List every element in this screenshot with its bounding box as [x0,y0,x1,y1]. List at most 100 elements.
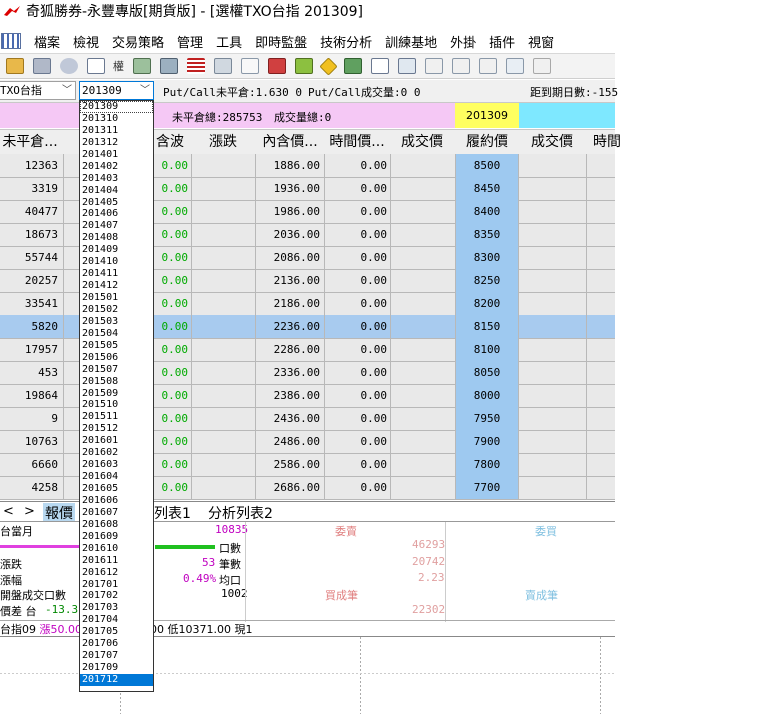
menu-addins[interactable]: 插件 [489,32,515,51]
move-icon[interactable] [60,58,78,74]
dropdown-option[interactable]: 201612 [80,567,153,579]
dropdown-option[interactable]: 201310 [80,113,153,125]
dropdown-option[interactable]: 201407 [80,220,153,232]
dropdown-option[interactable]: 201505 [80,340,153,352]
window-icon[interactable] [87,58,105,74]
tab-prev-icon[interactable]: < [3,504,14,519]
dropdown-option[interactable]: 201506 [80,352,153,364]
open-folder-icon[interactable] [6,58,24,74]
dropdown-option[interactable]: 201709 [80,662,153,674]
cell-open-interest: 9 [51,412,58,425]
dropdown-option[interactable]: 201703 [80,602,153,614]
doc-icon[interactable] [241,58,259,74]
window2-icon[interactable] [425,58,443,74]
dropdown-option[interactable]: 201604 [80,471,153,483]
dropdown-option[interactable]: 201607 [80,507,153,519]
dropdown-option[interactable]: 201410 [80,256,153,268]
dropdown-option[interactable]: 201707 [80,650,153,662]
dropdown-option[interactable]: 201312 [80,137,153,149]
dropdown-option[interactable]: 201611 [80,555,153,567]
warning-icon[interactable] [319,56,338,76]
wave-icon[interactable] [371,58,389,74]
month-select[interactable]: 201309 ﹀ [79,81,154,100]
dropdown-option[interactable]: 201705 [80,626,153,638]
dropdown-option[interactable]: 201608 [80,519,153,531]
dropdown-option[interactable]: 201601 [80,435,153,447]
dropdown-option[interactable]: 201504 [80,328,153,340]
dropdown-option[interactable]: 201702 [80,590,153,602]
dropdown-option[interactable]: 201507 [80,364,153,376]
dropdown-option[interactable]: 201605 [80,483,153,495]
dropdown-option[interactable]: 201509 [80,388,153,400]
dropdown-option[interactable]: 201311 [80,125,153,137]
col-put-last[interactable]: 成交價 [521,130,583,154]
col-iv[interactable]: 含波 [150,130,190,154]
col-last-price[interactable]: 成交價 [391,130,453,154]
menu-tools[interactable]: 工具 [216,32,242,51]
dropdown-option[interactable]: 201701 [80,579,153,591]
list-icon[interactable] [33,58,51,74]
settings-icon[interactable] [506,58,524,74]
dropdown-option[interactable]: 201409 [80,244,153,256]
dropdown-option[interactable]: 201503 [80,316,153,328]
dropdown-option[interactable]: 201712 [80,674,153,686]
quote-button[interactable]: 權 [113,58,124,74]
dropdown-option[interactable]: 201309 [80,101,153,113]
month-dropdown-list[interactable]: 201309 201310 201311 201312 201401 201402 2014… [79,100,154,692]
menu-plugin-external[interactable]: 外掛 [450,32,476,51]
dropdown-option[interactable]: 201501 [80,292,153,304]
export-icon[interactable] [344,58,362,74]
col-open-interest[interactable]: 未平倉... [0,130,62,154]
dropdown-option[interactable]: 201502 [80,304,153,316]
window4-icon[interactable] [479,58,497,74]
dropdown-option[interactable]: 201401 [80,149,153,161]
dropdown-option[interactable]: 201404 [80,185,153,197]
dropdown-option[interactable]: 201403 [80,173,153,185]
dropdown-option[interactable]: 201508 [80,376,153,388]
dropdown-option[interactable]: 201511 [80,411,153,423]
chart-icon[interactable] [133,58,151,74]
col-time-value[interactable]: 時間價... [325,130,389,154]
tab-quote[interactable]: 報價 [43,503,75,523]
dropdown-option[interactable]: 201610 [80,543,153,555]
col-change[interactable]: 漲跌 [192,130,254,154]
menu-window[interactable]: 視窗 [528,32,554,51]
dropdown-option[interactable]: 201411 [80,268,153,280]
dropdown-option[interactable]: 201406 [80,208,153,220]
dropdown-option[interactable]: 201510 [80,399,153,411]
menu-file[interactable]: 檔案 [34,32,60,51]
tab-list1[interactable]: 列表1 [154,503,191,523]
dropdown-option[interactable]: 201602 [80,447,153,459]
chart2-icon[interactable] [160,58,178,74]
tab-next-icon[interactable]: > [24,504,35,519]
dropdown-option[interactable]: 201606 [80,495,153,507]
system-menu-icon[interactable] [1,33,21,49]
dropdown-option[interactable]: 201402 [80,161,153,173]
col-intrinsic[interactable]: 內含價... [257,130,323,154]
dropdown-option[interactable]: 201512 [80,423,153,435]
menu-view[interactable]: 檢視 [73,32,99,51]
alert-chart-icon[interactable] [268,58,286,74]
menu-manage[interactable]: 管理 [177,32,203,51]
dropdown-option[interactable]: 201704 [80,614,153,626]
dropdown-option[interactable]: 201706 [80,638,153,650]
menu-monitor[interactable]: 即時監盤 [255,32,307,51]
copy-icon[interactable] [214,58,232,74]
dropdown-option[interactable]: 201408 [80,232,153,244]
list-red-icon[interactable] [187,58,205,74]
dropdown-option[interactable]: 201603 [80,459,153,471]
col-put-time[interactable]: 時間 [587,130,627,154]
product-select[interactable]: TXO台指 ﹀ [0,81,76,100]
dropdown-option[interactable]: 201405 [80,197,153,209]
menu-strategy[interactable]: 交易策略 [112,32,164,51]
tab-analysis-list2[interactable]: 分析列表2 [208,503,273,523]
menu-technical[interactable]: 技術分析 [320,32,372,51]
dropdown-option[interactable]: 201609 [80,531,153,543]
table-icon[interactable] [398,58,416,74]
tag-icon[interactable] [295,58,313,74]
edit-icon[interactable] [533,58,551,74]
col-strike[interactable]: 履約價 [455,130,519,154]
window3-icon[interactable] [452,58,470,74]
dropdown-option[interactable]: 201412 [80,280,153,292]
menu-training[interactable]: 訓練基地 [385,32,437,51]
